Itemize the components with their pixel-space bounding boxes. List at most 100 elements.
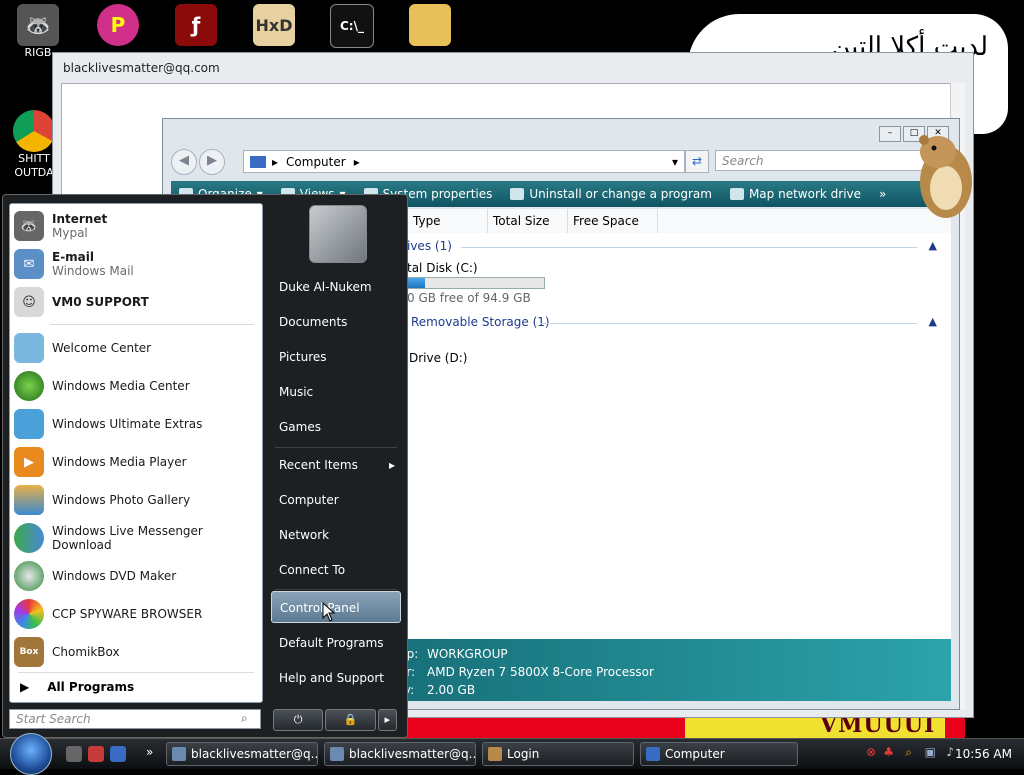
menu-item-games[interactable]: Games: [271, 411, 401, 443]
network-icon[interactable]: ▣: [925, 745, 936, 759]
quick-launch-desktop-icon[interactable]: [110, 746, 126, 762]
taskbar-button[interactable]: blacklivesmatter@q...: [324, 742, 476, 766]
taskbar-button[interactable]: blacklivesmatter@q...: [166, 742, 318, 766]
clock[interactable]: 10:56 AM: [955, 747, 1012, 761]
desktop-icon-p-app[interactable]: P: [88, 4, 148, 46]
menu-separator: [275, 589, 397, 590]
taskbar-button-label: Computer: [665, 747, 725, 761]
recent-program[interactable]: Box ChomikBox: [14, 634, 258, 670]
recent-program[interactable]: Windows Media Center: [14, 368, 258, 404]
programs-pane: 🦝 Internet Mypal ✉ E-mail Windows Mail ☺ V…: [9, 203, 263, 703]
menu-item-documents[interactable]: Documents: [271, 306, 401, 338]
pinned-title: VM0 SUPPORT: [52, 295, 149, 309]
tray-search-icon[interactable]: ⌕: [905, 745, 912, 760]
menu-separator: [18, 672, 254, 673]
address-bar[interactable]: ▸ Computer ▸ ▾: [243, 150, 685, 173]
recent-items-label: Recent Items: [279, 458, 358, 472]
breadcrumb-chevron-icon: ▸: [353, 154, 360, 169]
mail-icon: ✉: [14, 249, 44, 279]
recent-program[interactable]: Windows Photo Gallery: [14, 482, 258, 518]
quick-launch-shield-icon[interactable]: [88, 746, 104, 762]
desktop-icon-cmd[interactable]: C:\_: [322, 4, 382, 48]
program-label: Windows Photo Gallery: [52, 493, 191, 507]
pinned-email[interactable]: ✉ E-mail Windows Mail: [14, 246, 258, 282]
p-app-icon: P: [97, 4, 139, 46]
menu-item-connect-to[interactable]: Connect To: [271, 554, 401, 586]
dropdown-arrow-icon[interactable]: ▾: [672, 155, 678, 169]
refresh-button[interactable]: ⇄: [685, 150, 709, 173]
program-label: Windows Live Messenger Download: [52, 524, 203, 552]
menu-item-pictures[interactable]: Pictures: [271, 341, 401, 373]
support-icon: ☺: [14, 287, 44, 317]
pinned-internet[interactable]: 🦝 Internet Mypal: [14, 208, 258, 244]
drive-d[interactable]: Drive (D:): [409, 351, 467, 365]
recent-program[interactable]: CCP SPYWARE BROWSER: [14, 596, 258, 632]
taskbar-button[interactable]: Login: [482, 742, 634, 766]
start-menu: 🦝 Internet Mypal ✉ E-mail Windows Mail ☺ V…: [2, 194, 408, 738]
quick-launch-more-icon[interactable]: »: [146, 745, 153, 759]
more-commands-button[interactable]: »: [879, 187, 886, 201]
window-icon: [330, 747, 344, 761]
column-free-space[interactable]: Free Space: [567, 209, 658, 233]
desktop-icon-flash[interactable]: ƒ: [166, 4, 226, 46]
drive-c[interactable]: tal Disk (C:) 0 GB free of 94.9 GB: [403, 261, 545, 305]
power-buttons: ⏻ 🔒 ▸: [273, 709, 398, 731]
program-label: Windows DVD Maker: [52, 569, 177, 583]
menu-item-music[interactable]: Music: [271, 376, 401, 408]
arrow-right-icon[interactable]: ▸: [377, 709, 398, 731]
media-center-icon: [14, 371, 44, 401]
chomikbox-icon: Box: [14, 637, 44, 667]
recent-program[interactable]: Windows Ultimate Extras: [14, 406, 258, 442]
search-icon: ⌕: [241, 711, 248, 725]
start-button[interactable]: [10, 733, 52, 775]
security-alert-icon[interactable]: ⊗: [866, 745, 876, 759]
group-rule: [461, 247, 917, 248]
pinned-vm0-support[interactable]: ☺ VM0 SUPPORT: [14, 284, 258, 320]
group-rule: [541, 323, 917, 324]
menu-item-network[interactable]: Network: [271, 519, 401, 551]
menu-item-control-panel[interactable]: Control Panel: [271, 591, 401, 623]
program-label: Windows Media Player: [52, 455, 187, 469]
map-drive-button[interactable]: Map network drive: [729, 187, 861, 201]
lock-icon[interactable]: 🔒: [325, 709, 376, 731]
menu-separator: [275, 447, 397, 448]
menu-item-user[interactable]: Duke Al-Nukem: [271, 271, 401, 303]
cmd-icon: C:\_: [330, 4, 374, 48]
quick-launch-raccoon-icon[interactable]: [66, 746, 82, 762]
group-label: Removable Storage (1): [411, 315, 550, 329]
recent-program[interactable]: ▶ Windows Media Player: [14, 444, 258, 480]
column-total-size[interactable]: Total Size: [487, 209, 568, 233]
column-type[interactable]: Type: [407, 209, 488, 233]
minimize-button[interactable]: –: [879, 126, 901, 142]
collapse-chevron-icon[interactable]: ▲: [929, 239, 937, 252]
menu-item-default-programs[interactable]: Default Programs: [271, 627, 401, 659]
desktop-icon-folder[interactable]: [400, 4, 460, 46]
all-programs-button[interactable]: ▶ All Programs: [20, 680, 134, 694]
browser-icon: [14, 599, 44, 629]
volume-icon[interactable]: ♪: [946, 745, 954, 759]
menu-item-recent-items[interactable]: Recent Items ▸: [271, 449, 401, 481]
taskbar-button[interactable]: Computer: [640, 742, 798, 766]
collapse-chevron-icon[interactable]: ▲: [929, 315, 937, 328]
tray-app-icon[interactable]: ♣: [883, 745, 894, 759]
power-icon[interactable]: ⏻: [273, 709, 324, 731]
user-picture[interactable]: [309, 205, 367, 263]
recent-program[interactable]: Windows DVD Maker: [14, 558, 258, 594]
menu-item-help-support[interactable]: Help and Support: [271, 662, 401, 694]
uninstall-icon: [510, 188, 525, 200]
back-button[interactable]: ◀: [171, 149, 197, 175]
raccoon-icon: 🦝: [14, 211, 44, 241]
network-drive-icon: [729, 188, 744, 200]
recent-program[interactable]: Welcome Center: [14, 330, 258, 366]
menu-item-computer[interactable]: Computer: [271, 484, 401, 516]
drive-c-free-text: 0 GB free of 94.9 GB: [407, 291, 531, 305]
desktop-icon-hxd[interactable]: HxD: [244, 4, 304, 46]
forward-button[interactable]: ▶: [199, 149, 225, 175]
start-search-input[interactable]: Start Search: [9, 709, 261, 729]
submenu-arrow-icon: ▸: [388, 458, 395, 472]
window-icon: [172, 747, 186, 761]
recent-program[interactable]: Windows Live Messenger Download: [14, 520, 258, 556]
search-input[interactable]: Search: [715, 150, 939, 171]
uninstall-button[interactable]: Uninstall or change a program: [510, 187, 712, 201]
pinned-title: Internet: [52, 212, 108, 226]
